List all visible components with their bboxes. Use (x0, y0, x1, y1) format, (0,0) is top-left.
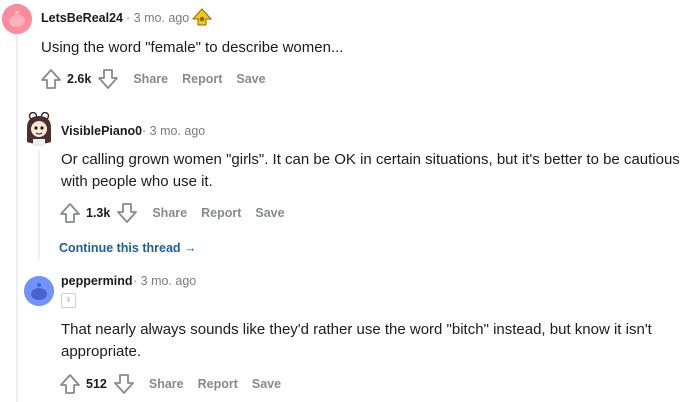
comment-author[interactable]: LetsBeReal24 (41, 11, 123, 25)
vote-score: 2.6k (67, 72, 92, 86)
comment-actions: 1.3k Share Report Save (59, 201, 285, 225)
save-button[interactable]: Save (236, 72, 265, 86)
report-button[interactable]: Report (201, 206, 241, 220)
comment-actions: 2.6k Share Report Save (40, 67, 266, 91)
report-button[interactable]: Report (198, 377, 238, 391)
snoo-avatar-icon (27, 112, 51, 146)
comment-timestamp[interactable]: · 3 mo. ago (133, 274, 196, 288)
comment-body-line: Using the word "female" to describe wome… (41, 39, 344, 56)
comment-body-line: That nearly always sounds like they'd ra… (61, 321, 652, 338)
avatar[interactable] (24, 112, 54, 146)
save-button[interactable]: Save (255, 206, 284, 220)
golden-up-award-icon[interactable] (192, 8, 212, 28)
snoo-avatar-icon (2, 4, 32, 34)
comment-body-line: Or calling grown women "girls". It can b… (61, 151, 680, 168)
thread-line-root[interactable] (16, 36, 18, 402)
comment-author[interactable]: peppermind (61, 274, 133, 288)
upvote-icon[interactable] (59, 373, 81, 395)
avatar[interactable] (2, 4, 32, 34)
arrow-right-icon: → (184, 241, 197, 255)
comment-author[interactable]: VisiblePiano0 (61, 124, 142, 138)
downvote-icon[interactable] (97, 68, 119, 90)
comment-timestamp[interactable]: · 3 mo. ago (142, 124, 205, 138)
continue-thread-label: Continue this thread (59, 241, 181, 255)
downvote-icon[interactable] (116, 202, 138, 224)
avatar[interactable] (24, 276, 54, 306)
comment-actions: 512 Share Report Save (59, 372, 281, 396)
snoo-avatar-icon (24, 276, 54, 306)
comment-body-line: with people who use it. (61, 173, 213, 190)
report-button[interactable]: Report (182, 72, 222, 86)
upvote-icon[interactable] (40, 68, 62, 90)
downvote-icon[interactable] (113, 373, 135, 395)
continue-thread-link[interactable]: Continue this thread → (59, 241, 197, 255)
share-button[interactable]: Share (149, 377, 184, 391)
upvote-icon[interactable] (59, 202, 81, 224)
share-button[interactable]: Share (152, 206, 187, 220)
vote-score: 512 (86, 377, 107, 391)
comment-timestamp[interactable]: · 3 mo. ago (126, 11, 189, 25)
user-flair: ♀ (61, 293, 76, 308)
share-button[interactable]: Share (133, 72, 168, 86)
save-button[interactable]: Save (252, 377, 281, 391)
vote-score: 1.3k (86, 206, 111, 220)
comment-body-line: appropriate. (61, 343, 142, 360)
thread-line-reply[interactable] (38, 150, 40, 260)
